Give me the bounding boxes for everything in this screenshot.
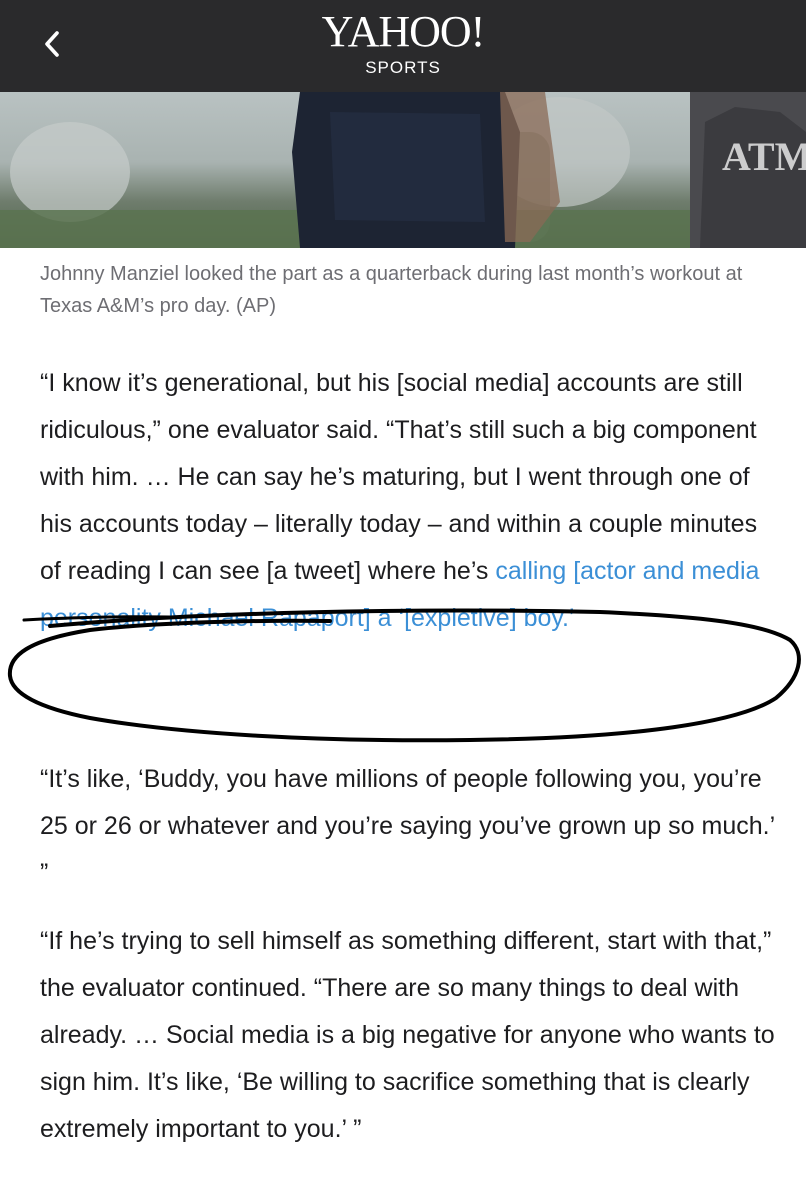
article-photo: ATM <box>0 92 806 248</box>
site-brand[interactable]: YAHOO! SPORTS <box>0 6 806 78</box>
svg-text:ATM: ATM <box>722 134 806 179</box>
photo-illustration: ATM <box>0 92 806 248</box>
photo-caption: Johnny Manziel looked the part as a quar… <box>40 263 743 317</box>
article-paragraph-2: “It’s like, ‘Buddy, you have millions of… <box>40 765 775 887</box>
article-paragraph-1: “I know it’s generational, but his [soci… <box>40 360 780 642</box>
paragraph-1-text: “I know it’s generational, but his [soci… <box>40 369 758 585</box>
section-label: SPORTS <box>365 58 441 77</box>
yahoo-logo: YAHOO! <box>321 7 486 56</box>
article-paragraph-3: “If he’s trying to sell himself as somet… <box>40 927 775 1143</box>
top-navigation-bar: YAHOO! SPORTS <box>0 0 806 92</box>
